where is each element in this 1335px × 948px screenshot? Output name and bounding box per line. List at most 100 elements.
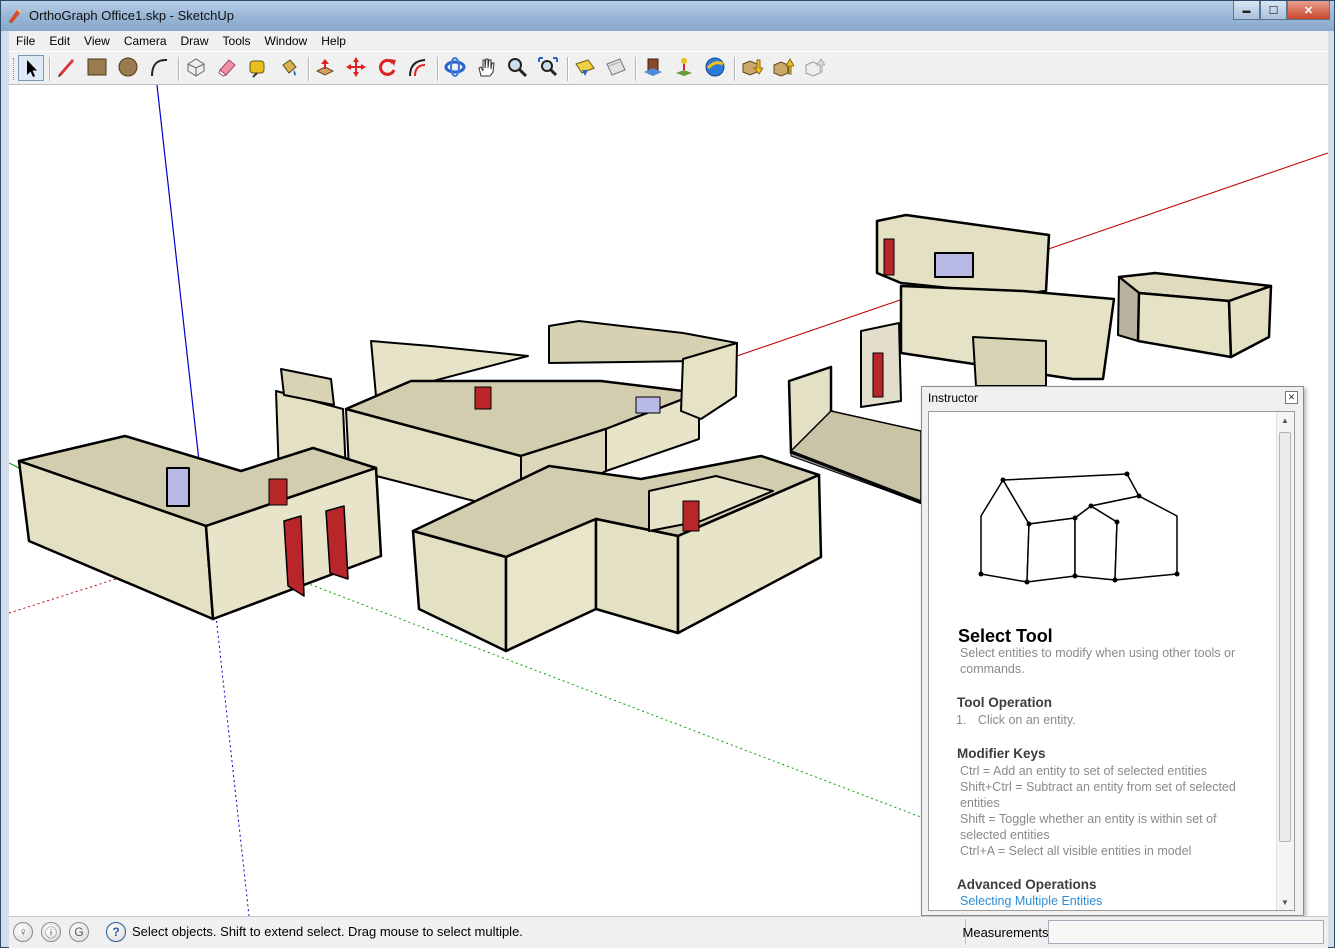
zoom-extents-icon	[538, 57, 558, 77]
measurements-input[interactable]	[1048, 920, 1324, 944]
share-model-button[interactable]	[771, 55, 797, 81]
menu-help[interactable]: Help	[314, 34, 353, 48]
sketchup-window: OrthoGraph Office1.skp - SketchUp ▬ ☐ ✕ …	[0, 0, 1335, 948]
push-pull-button[interactable]	[313, 55, 339, 81]
modifier-key-shift: Shift = Toggle whether an entity is with…	[960, 812, 1217, 842]
toggle-terrain-icon	[644, 58, 662, 76]
menu-draw[interactable]: Draw	[174, 34, 216, 48]
instructor-heading: Select Tool	[958, 626, 1053, 646]
window-controls: ▬ ☐ ✕	[1233, 1, 1330, 21]
offset-tool-button[interactable]	[406, 55, 432, 81]
eraser-tool-button[interactable]	[215, 55, 241, 81]
tool-operation-step: 1. Click on an entity.	[956, 712, 1076, 728]
maximize-button[interactable]: ☐	[1260, 1, 1287, 20]
menu-bar: File Edit View Camera Draw Tools Window …	[9, 31, 1328, 51]
tape-measure-icon	[249, 60, 265, 78]
make-component-button[interactable]	[184, 55, 210, 81]
modifier-key-ctrl-a: Ctrl+A = Select all visible entities in …	[960, 844, 1192, 858]
move-icon	[346, 57, 366, 77]
section-plane-icon	[575, 59, 595, 76]
geo-location-icon[interactable]: ♀	[13, 922, 33, 942]
door-central[interactable]	[474, 386, 492, 410]
minimize-button[interactable]: ▬	[1233, 1, 1260, 20]
close-icon: ✕	[1303, 4, 1314, 17]
status-message: Select objects. Shift to extend select. …	[132, 924, 523, 939]
door-left-room-3[interactable]	[325, 505, 349, 580]
eraser-icon	[218, 59, 236, 77]
select-tool-illustration	[978, 471, 1180, 585]
google-earth-icon	[705, 57, 725, 77]
menu-file[interactable]: File	[9, 34, 42, 48]
credits-icon[interactable]: ⓘ	[41, 922, 61, 942]
toolbar-separator	[308, 57, 310, 81]
move-tool-button[interactable]	[344, 55, 370, 81]
circle-tool-button[interactable]	[116, 55, 142, 81]
pan-tool-button[interactable]	[474, 55, 500, 81]
minimize-icon: ▬	[1242, 5, 1251, 15]
status-bar: ♀ ⓘ G ? Select objects. Shift to extend …	[9, 916, 1328, 948]
toggle-terrain-button[interactable]	[641, 55, 667, 81]
door-back-right-2[interactable]	[872, 352, 884, 398]
modifier-key-ctrl: Ctrl = Add an entity to set of selected …	[960, 764, 1208, 778]
selecting-multiple-entities-link[interactable]: Selecting Multiple Entities	[960, 894, 1102, 908]
instructor-description: Select entities to modify when using oth…	[960, 646, 1236, 676]
help-icon[interactable]: ?	[106, 922, 126, 942]
instructor-scrollbar[interactable]: ▲ ▼	[1276, 412, 1294, 910]
arc-icon	[151, 58, 168, 77]
menu-window[interactable]: Window	[258, 34, 315, 48]
menu-camera[interactable]: Camera	[117, 34, 174, 48]
toolbar-separator	[567, 57, 569, 81]
zoom-extents-button[interactable]	[536, 55, 562, 81]
door-back-right[interactable]	[883, 238, 895, 276]
arc-tool-button[interactable]	[147, 55, 173, 81]
share-component-button[interactable]	[802, 55, 828, 81]
menu-tools[interactable]: Tools	[216, 34, 258, 48]
blue-axis-line	[156, 85, 200, 462]
modifier-key-shift-ctrl: Shift+Ctrl = Subtract an entity from set…	[960, 780, 1236, 810]
maximize-icon: ☐	[1268, 4, 1279, 17]
get-models-icon	[742, 59, 763, 76]
google-earth-button[interactable]	[703, 55, 729, 81]
get-models-button[interactable]	[740, 55, 766, 81]
step-text: Click on an entity.	[977, 713, 1076, 727]
photo-textures-button[interactable]	[672, 55, 698, 81]
door-left-room-1[interactable]	[268, 478, 288, 506]
orbit-icon	[444, 57, 466, 77]
rotate-tool-button[interactable]	[375, 55, 401, 81]
instructor-content: Select Tool Select entities to modify wh…	[928, 411, 1295, 911]
rectangle-tool-button[interactable]	[85, 55, 111, 81]
section-plane-button[interactable]	[573, 55, 599, 81]
title-bar[interactable]: OrthoGraph Office1.skp - SketchUp ▬ ☐ ✕	[1, 1, 1334, 31]
user-icon[interactable]: G	[69, 922, 89, 942]
close-icon: ✕	[1287, 392, 1296, 402]
advanced-operations-heading: Advanced Operations	[957, 877, 1097, 892]
tool-operation-heading: Tool Operation	[957, 695, 1052, 710]
select-tool-button[interactable]	[18, 55, 44, 81]
push-pull-icon	[315, 59, 335, 76]
orbit-tool-button[interactable]	[443, 55, 469, 81]
menu-edit[interactable]: Edit	[42, 34, 77, 48]
toolbar-grip[interactable]	[13, 58, 17, 80]
scroll-down-icon[interactable]: ▼	[1281, 898, 1289, 907]
add-location-icon	[606, 58, 626, 76]
scrollbar-thumb[interactable]	[1279, 432, 1291, 842]
room-far-right[interactable]	[1117, 271, 1273, 359]
sketchup-app-icon	[9, 9, 21, 23]
tape-measure-button[interactable]	[246, 55, 272, 81]
rotate-icon	[379, 58, 396, 76]
toolbar-separator	[49, 57, 51, 81]
paint-bucket-button[interactable]	[277, 55, 303, 81]
make-component-icon	[187, 58, 205, 77]
door-front-center[interactable]	[682, 500, 700, 532]
zoom-tool-button[interactable]	[505, 55, 531, 81]
room-back-right[interactable]	[860, 213, 1116, 408]
menu-view[interactable]: View	[77, 34, 117, 48]
pencil-tool-button[interactable]	[54, 55, 80, 81]
room-front-left[interactable]	[17, 434, 383, 621]
close-button[interactable]: ✕	[1287, 1, 1330, 20]
offset-icon	[409, 59, 426, 77]
add-location-button[interactable]	[604, 55, 630, 81]
pan-icon	[478, 58, 495, 77]
scroll-up-icon[interactable]: ▲	[1281, 416, 1289, 425]
instructor-close-button[interactable]: ✕	[1285, 391, 1298, 404]
